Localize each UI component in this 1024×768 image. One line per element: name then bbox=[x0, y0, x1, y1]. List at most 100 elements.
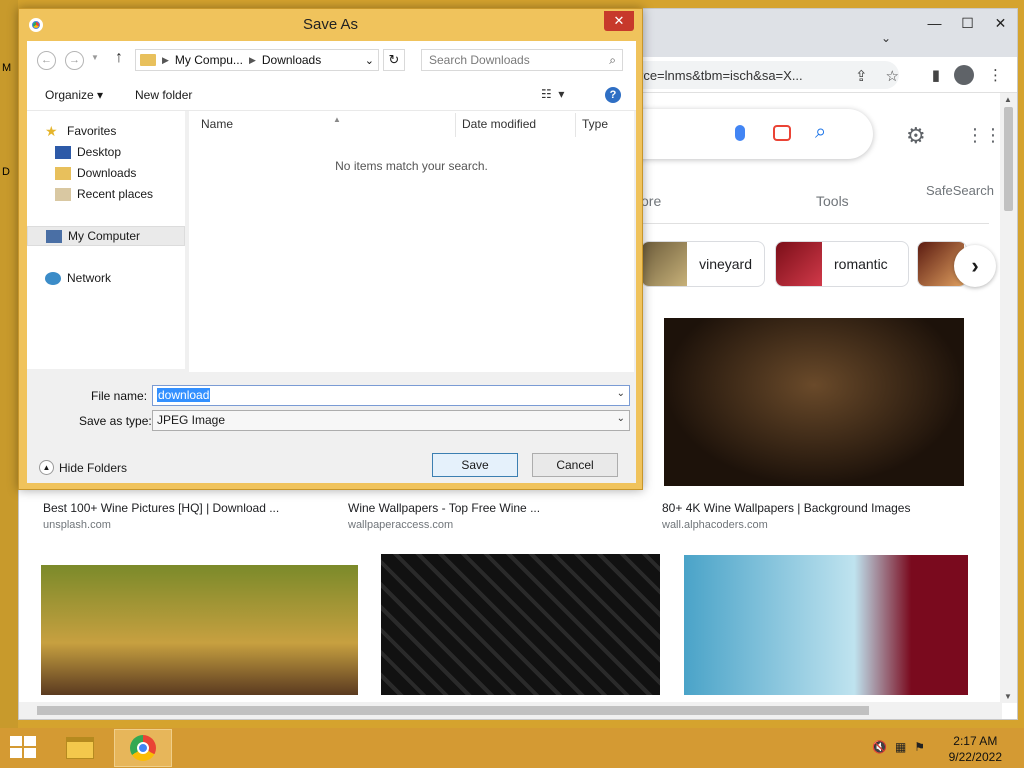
nav-desktop-label: Desktop bbox=[77, 145, 122, 159]
taskbar-clock[interactable]: 2:17 AM 9/22/2022 bbox=[949, 733, 1002, 765]
column-header-name[interactable]: Name ▲ bbox=[201, 115, 341, 131]
breadcrumb-item-computer[interactable]: My Compu... bbox=[175, 53, 243, 67]
chip-next-chevron-icon[interactable]: › bbox=[954, 245, 996, 287]
maximize-icon[interactable]: ☐ bbox=[951, 9, 984, 37]
nav-favorites[interactable]: ★ Favorites bbox=[27, 121, 185, 141]
menu-kebab-icon[interactable]: ⋮ bbox=[988, 66, 1003, 84]
volume-muted-icon[interactable]: 🔇 bbox=[872, 740, 887, 754]
clock-date: 9/22/2022 bbox=[948, 750, 1002, 764]
hide-folders-button[interactable]: ▲ Hide Folders bbox=[39, 460, 127, 475]
search-downloads-input[interactable]: Search Downloads ⌕ bbox=[421, 49, 623, 71]
nav-recent-places[interactable]: Recent places bbox=[27, 184, 185, 204]
command-bar: Organize ▾ New folder ☷ ▾ ? bbox=[27, 79, 636, 111]
tab-search-chevron-icon[interactable]: ⌄ bbox=[881, 31, 891, 45]
nav-recent-label: Recent places bbox=[77, 187, 154, 201]
back-arrow-icon[interactable]: ← bbox=[37, 51, 56, 70]
nav-downloads-label: Downloads bbox=[77, 166, 137, 180]
dialog-close-button[interactable]: ✕ bbox=[604, 11, 634, 31]
cancel-button[interactable]: Cancel bbox=[532, 453, 618, 477]
dialog-body: ← → ▼ ↑ ▶ My Compu... ▶ Downloads ⌄ ↻ Se… bbox=[27, 41, 636, 483]
help-icon[interactable]: ? bbox=[605, 87, 621, 103]
change-view-icon[interactable]: ☷ ▾ bbox=[541, 87, 564, 101]
chevron-down-icon[interactable]: ⌄ bbox=[617, 413, 625, 424]
chip-vineyard[interactable]: vineyard bbox=[641, 241, 765, 287]
close-icon[interactable]: ✕ bbox=[984, 9, 1017, 37]
page-horizontal-scrollbar[interactable] bbox=[19, 702, 1002, 719]
save-as-type-select[interactable]: JPEG Image ⌄ bbox=[152, 410, 630, 431]
column-divider[interactable] bbox=[455, 113, 456, 137]
profile-avatar[interactable] bbox=[954, 65, 974, 85]
forward-arrow-icon[interactable]: → bbox=[65, 51, 84, 70]
chip-romantic[interactable]: romantic bbox=[775, 241, 909, 287]
breadcrumb-separator-icon[interactable]: ▶ bbox=[162, 55, 169, 66]
page-vertical-scrollbar[interactable]: ▲ ▼ bbox=[1000, 93, 1017, 703]
nav-network[interactable]: Network bbox=[27, 268, 185, 288]
nav-tools[interactable]: Tools bbox=[816, 193, 849, 209]
navigation-pane: ★ Favorites Desktop Downloads Recent pla… bbox=[27, 111, 185, 369]
column-divider[interactable] bbox=[575, 113, 576, 137]
desktop-icon bbox=[55, 145, 71, 159]
file-name-label: File name: bbox=[91, 389, 148, 403]
file-explorer-taskbar-icon[interactable] bbox=[62, 731, 98, 765]
save-button[interactable]: Save bbox=[432, 453, 518, 477]
search-placeholder: Search Downloads bbox=[429, 53, 530, 67]
search-icon: ⌕ bbox=[609, 53, 616, 67]
result-caption[interactable]: Wine Wallpapers - Top Free Wine ... bbox=[348, 501, 540, 515]
result-source[interactable]: wall.alphacoders.com bbox=[662, 519, 768, 531]
clock-time: 2:17 AM bbox=[953, 734, 998, 748]
search-icon[interactable]: ⌕ bbox=[815, 121, 826, 144]
nav-my-computer[interactable]: My Computer bbox=[27, 226, 185, 246]
column-header-date-modified[interactable]: Date modified bbox=[462, 117, 536, 131]
side-panel-icon[interactable]: ▮ bbox=[932, 66, 940, 84]
star-icon: ★ bbox=[45, 122, 58, 139]
bookmark-star-icon[interactable]: ☆ bbox=[886, 67, 899, 85]
recent-places-icon bbox=[55, 187, 71, 201]
share-icon[interactable]: ⇪ bbox=[855, 67, 868, 85]
refresh-button[interactable]: ↻ bbox=[383, 49, 405, 71]
nav-desktop[interactable]: Desktop bbox=[27, 142, 185, 162]
nav-downloads[interactable]: Downloads bbox=[27, 163, 185, 183]
file-name-input[interactable]: download ⌄ bbox=[152, 385, 630, 406]
breadcrumb-separator-icon[interactable]: ▶ bbox=[249, 55, 256, 66]
result-caption[interactable]: 80+ 4K Wine Wallpapers | Background Imag… bbox=[662, 501, 910, 515]
organize-button[interactable]: Organize ▾ bbox=[45, 88, 103, 102]
scroll-down-icon[interactable]: ▼ bbox=[1004, 692, 1012, 701]
nav-computer-label: My Computer bbox=[68, 229, 141, 243]
nav-network-label: Network bbox=[67, 271, 112, 285]
breadcrumb[interactable]: ▶ My Compu... ▶ Downloads ⌄ bbox=[135, 49, 379, 71]
downloads-folder-icon bbox=[55, 166, 71, 180]
result-source[interactable]: wallpaperaccess.com bbox=[348, 519, 453, 531]
hide-folders-label: Hide Folders bbox=[59, 460, 128, 475]
settings-gear-icon[interactable]: ⚙ bbox=[906, 123, 926, 149]
lens-camera-icon[interactable] bbox=[773, 125, 791, 141]
recent-locations-chevron-icon[interactable]: ▼ bbox=[91, 53, 99, 62]
result-image-wine-glasses[interactable] bbox=[664, 318, 964, 486]
result-image-vineyard-glasses[interactable] bbox=[41, 565, 358, 695]
column-name-label: Name bbox=[201, 117, 234, 131]
column-header-type[interactable]: Type bbox=[582, 117, 608, 131]
url-text: rce=lnms&tbm=isch&sa=X... bbox=[639, 68, 803, 83]
apps-grid-icon[interactable]: ⋮⋮ bbox=[966, 125, 1002, 146]
new-folder-button[interactable]: New folder bbox=[135, 88, 192, 102]
result-image-red-wine-pour[interactable] bbox=[684, 555, 968, 695]
chevron-down-icon[interactable]: ⌄ bbox=[365, 54, 378, 67]
voice-search-icon[interactable] bbox=[735, 125, 745, 141]
windows-start-icon[interactable] bbox=[10, 736, 38, 760]
nav-more[interactable]: ore bbox=[641, 193, 661, 209]
nav-favorites-label: Favorites bbox=[67, 124, 117, 138]
scroll-up-icon[interactable]: ▲ bbox=[1004, 95, 1012, 104]
file-name-value: download bbox=[157, 388, 211, 402]
breadcrumb-item-downloads[interactable]: Downloads bbox=[262, 53, 321, 67]
chrome-taskbar-icon[interactable] bbox=[114, 729, 172, 767]
scroll-thumb[interactable] bbox=[37, 706, 869, 715]
network-status-icon[interactable]: ▦ bbox=[895, 740, 906, 754]
up-folder-arrow-icon[interactable]: ↑ bbox=[115, 49, 123, 67]
chevron-down-icon[interactable]: ⌄ bbox=[617, 388, 625, 399]
result-caption[interactable]: Best 100+ Wine Pictures [HQ] | Download … bbox=[43, 501, 279, 515]
nav-safesearch[interactable]: SafeSearch bbox=[926, 183, 994, 198]
scroll-thumb[interactable] bbox=[1004, 107, 1013, 211]
result-source[interactable]: unsplash.com bbox=[43, 519, 111, 531]
minimize-icon[interactable]: — bbox=[918, 9, 951, 37]
result-image-bottle-pattern[interactable] bbox=[381, 554, 660, 695]
action-center-icon[interactable]: ⚑ bbox=[914, 740, 925, 754]
